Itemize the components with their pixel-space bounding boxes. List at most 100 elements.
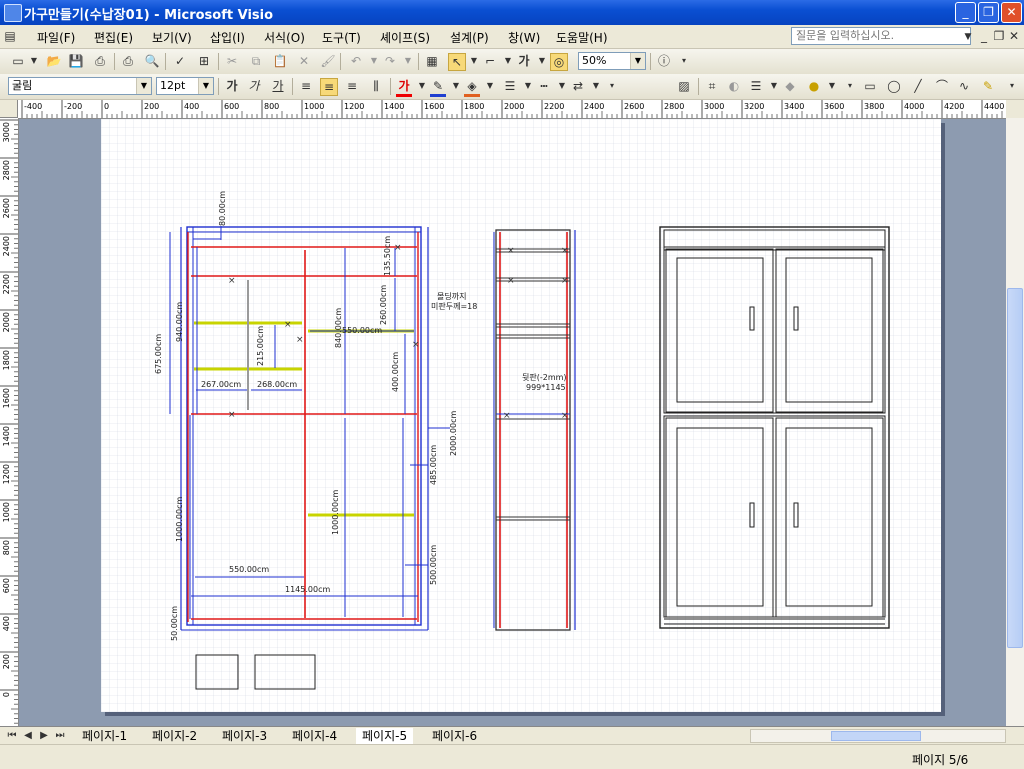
print-preview-icon[interactable]: 🔍 [144,53,160,69]
tab-page-3[interactable]: 페이지-3 [216,728,273,744]
align-right-icon[interactable]: ≡ [344,78,360,94]
contrast-icon[interactable]: ◐ [726,78,742,94]
tab-page-4[interactable]: 페이지-4 [286,728,343,744]
line-tool-icon[interactable]: ╱ [910,78,926,94]
paste-icon[interactable]: 📋 [272,53,288,69]
pencil-tool-icon[interactable]: ✎ [980,78,996,94]
spelling-icon[interactable]: ✓ [172,53,188,69]
tab-page-5[interactable]: 페이지-5 [356,728,414,744]
menu-design[interactable]: 설계(P) [450,29,489,46]
pointer-tool-icon[interactable]: ↖ [448,53,466,71]
shapes-icon[interactable]: ▦ [424,53,440,69]
help-icon[interactable]: ⓘ [656,53,672,69]
redo-icon[interactable]: ↷ [382,53,398,69]
last-page-icon[interactable]: ⏭ [52,728,68,744]
format-painter-icon[interactable]: 🖌 [320,53,336,69]
menu-edit[interactable]: 편집(E) [94,29,133,46]
rectangle-tool-icon[interactable]: ▭ [862,78,878,94]
fill-color-dropdown-icon[interactable]: ▼ [482,78,498,94]
fill-bucket-icon[interactable]: ◆ [782,78,798,94]
horizontal-scroll-thumb[interactable] [831,731,921,741]
pan-zoom-icon[interactable]: ◎ [550,53,568,71]
menu-tools[interactable]: 도구(T) [322,29,361,46]
text-tool-icon[interactable]: 가 [516,53,532,69]
close-button[interactable]: ✕ [1001,2,1022,23]
zoom-select[interactable]: 50% ▼ [578,52,646,70]
copy-icon[interactable]: ⧉ [248,53,264,69]
shadow-icon[interactable]: ● [806,78,822,94]
line-style-icon[interactable]: ☰ [748,78,764,94]
fill-color-icon[interactable]: ◈ [464,78,480,97]
line-color-icon[interactable]: ✎ [430,78,446,97]
help-search-input[interactable]: 질문을 입력하십시오. [791,27,971,45]
ellipse-tool-icon[interactable]: ◯ [886,78,902,94]
arc-tool-icon[interactable]: ⌒ [934,78,950,94]
document-icon[interactable]: ▤ [2,28,18,44]
connector-dropdown-icon[interactable]: ▼ [500,53,516,69]
cut-icon[interactable]: ✂ [224,53,240,69]
delete-icon[interactable]: ✕ [296,53,312,69]
visio-app-icon[interactable] [4,4,22,22]
prev-page-icon[interactable]: ◀ [20,728,36,744]
print-icon[interactable]: ⎙ [120,53,136,69]
minimize-button[interactable]: _ [955,2,976,23]
toolbar-options-icon[interactable]: ▾ [604,78,620,94]
vertical-scroll-thumb[interactable] [1007,288,1023,648]
align-left-icon[interactable]: ≡ [298,78,314,94]
pointer-dropdown-icon[interactable]: ▼ [466,53,482,69]
font-size-select[interactable]: 12pt ▼ [156,77,214,95]
line-ends-dropdown-icon[interactable]: ▼ [588,78,604,94]
doc-restore-icon[interactable]: ❐ [991,28,1007,44]
toolbar-options-icon[interactable]: ▾ [1004,78,1020,94]
maximize-button[interactable]: ❐ [978,2,999,23]
tab-page-6[interactable]: 페이지-6 [426,728,483,744]
help-dropdown-icon[interactable]: ▼ [960,29,976,45]
save-icon[interactable]: 💾 [68,53,84,69]
align-center-icon[interactable]: ≡ [320,78,338,96]
connector-tool-icon[interactable]: ⌐ [482,53,498,69]
vertical-align-icon[interactable]: ⫼ [368,78,384,94]
toolbar-options-icon[interactable]: ▾ [842,78,858,94]
line-pattern-dropdown-icon[interactable]: ▼ [554,78,570,94]
line-ends-icon[interactable]: ⇄ [570,78,586,94]
permission-icon[interactable]: ⎙ [92,53,108,69]
open-icon[interactable]: 📂 [46,53,62,69]
new-icon[interactable]: ▭ [10,53,26,69]
shadow-dropdown-icon[interactable]: ▼ [824,78,840,94]
font-select[interactable]: 굴림 ▼ [8,77,152,95]
underline-button[interactable]: 가 [270,78,286,94]
menu-format[interactable]: 서식(O) [264,29,305,46]
font-color-dropdown-icon[interactable]: ▼ [414,78,430,94]
next-page-icon[interactable]: ▶ [36,728,52,744]
doc-close-icon[interactable]: ✕ [1006,28,1022,44]
chevron-down-icon[interactable]: ▼ [630,53,645,69]
vertical-scrollbar[interactable] [1006,118,1024,726]
freeform-tool-icon[interactable]: ∿ [956,78,972,94]
picture-icon[interactable]: ▨ [676,78,692,94]
undo-icon[interactable]: ↶ [348,53,364,69]
crop-icon[interactable]: ⌗ [704,78,720,94]
menu-insert[interactable]: 삽입(I) [210,29,245,46]
line-pattern-icon[interactable]: ┅ [536,78,552,94]
chevron-down-icon[interactable]: ▼ [136,78,151,94]
bold-button[interactable]: 가 [224,78,240,94]
line-weight-dropdown-icon[interactable]: ▼ [520,78,536,94]
line-style-dropdown-icon[interactable]: ▼ [766,78,782,94]
drawing-page[interactable]: × × × × × × 80.00cm 135.50cm 260.00cm 55… [101,119,941,712]
redo-dropdown-icon[interactable]: ▼ [400,53,416,69]
new-dropdown-icon[interactable]: ▼ [26,53,42,69]
text-tool-dropdown-icon[interactable]: ▼ [534,53,550,69]
menu-view[interactable]: 보기(V) [152,29,192,46]
research-icon[interactable]: ⊞ [196,53,212,69]
doc-minimize-icon[interactable]: _ [976,28,992,44]
undo-dropdown-icon[interactable]: ▼ [366,53,382,69]
line-weight-icon[interactable]: ☰ [502,78,518,94]
italic-button[interactable]: 가 [246,78,262,94]
toolbar-options-icon[interactable]: ▾ [676,53,692,69]
tab-page-1[interactable]: 페이지-1 [76,728,133,744]
menu-help[interactable]: 도움말(H) [556,29,608,46]
horizontal-scrollbar[interactable] [750,729,1006,743]
drawing-canvas[interactable]: × × × × × × 80.00cm 135.50cm 260.00cm 55… [19,119,1006,726]
menu-window[interactable]: 창(W) [508,29,540,46]
font-color-icon[interactable]: 가 [396,78,412,97]
